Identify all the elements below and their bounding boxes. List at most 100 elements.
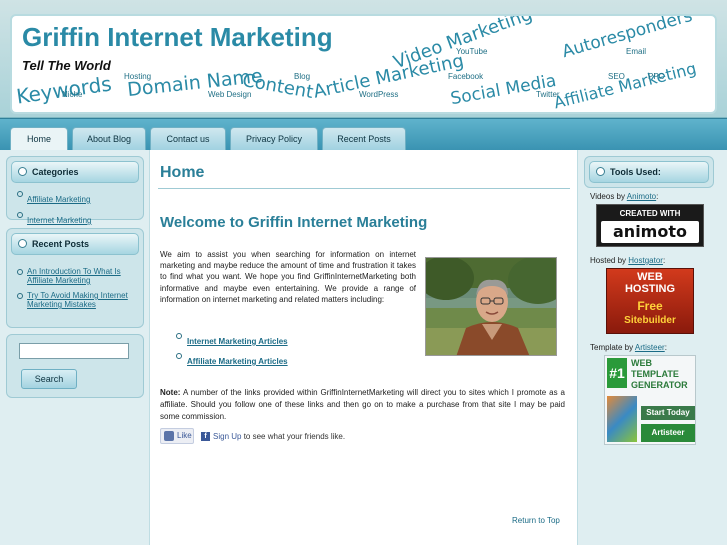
list-item: An Introduction To What Is Affiliate Mar… [17, 267, 139, 288]
artisteer-start-today-button[interactable]: Start Today [641, 406, 695, 420]
animoto-banner[interactable]: CREATED WITH animoto [596, 204, 704, 247]
tab-privacy-policy[interactable]: Privacy Policy [230, 127, 318, 151]
tool-suffix: : [664, 343, 667, 352]
site-slogan: Tell The World [22, 58, 111, 73]
tab-about-blog[interactable]: About Blog [72, 127, 146, 151]
return-to-top-link[interactable]: Return to Top [512, 516, 560, 525]
list-item: Try To Avoid Making Internet Marketing M… [17, 291, 139, 312]
tab-recent-posts[interactable]: Recent Posts [322, 127, 406, 151]
banner-tag-twitter: Twitter [536, 90, 560, 99]
artisteer-banner-line3: GENERATOR [631, 380, 688, 390]
recent-post-link[interactable]: An Introduction To What Is Affiliate Mar… [27, 267, 139, 285]
category-link-affiliate-marketing[interactable]: Affiliate Marketing [27, 195, 90, 204]
animoto-link[interactable]: Animoto [627, 192, 656, 201]
recent-posts-list: An Introduction To What Is Affiliate Mar… [17, 267, 139, 315]
circle-bullet-icon [17, 293, 23, 299]
article-links-list: Internet Marketing Articles Affiliate Ma… [176, 331, 288, 371]
banner-tag-seo: SEO [608, 72, 625, 81]
tool-label-hostgator: Hosted by Hostgator: [590, 256, 665, 265]
facebook-signup-link[interactable]: Sign Up [213, 432, 241, 441]
list-item: Internet Marketing [17, 210, 139, 228]
tool-suffix: : [662, 256, 666, 265]
search-block: Search [6, 334, 144, 398]
content-area: Categories Affiliate Marketing Internet … [0, 150, 727, 545]
tool-suffix: : [656, 192, 659, 201]
tab-home[interactable]: Home [10, 127, 68, 151]
hostgator-link[interactable]: Hostgator [628, 256, 663, 265]
circle-bullet-icon [17, 269, 23, 275]
categories-block: Categories Affiliate Marketing Internet … [6, 156, 144, 225]
note-label: Note: [160, 388, 181, 397]
facebook-signup-caption: to see what your friends like. [243, 432, 346, 441]
artisteer-banner[interactable]: #1 WEB TEMPLATE GENERATOR Start Today Ar… [604, 355, 696, 445]
artisteer-banner-line2: TEMPLATE [631, 369, 679, 379]
tool-prefix: Template by [590, 343, 634, 352]
main-navigation: Home About Blog Contact us Privacy Polic… [0, 118, 727, 151]
tool-prefix: Videos by [590, 192, 625, 201]
recent-posts-title: Recent Posts [32, 239, 90, 249]
category-link-internet-marketing[interactable]: Internet Marketing [27, 216, 91, 225]
intro-paragraph: We aim to assist you when searching for … [160, 250, 416, 304]
tab-contact-us[interactable]: Contact us [150, 127, 226, 151]
tool-label-animoto: Videos by Animoto: [590, 192, 658, 201]
banner-tag-facebook: Facebook [448, 72, 484, 81]
artisteer-rank-badge: #1 [607, 358, 627, 388]
hostgator-banner-free: Free [637, 299, 663, 313]
circle-bullet-icon [176, 353, 182, 359]
artisteer-link[interactable]: Artisteer [635, 343, 665, 352]
main-content: Home Welcome to Griffin Internet Marketi… [150, 150, 577, 545]
artisteer-logo: Artisteer [641, 424, 695, 442]
banner-tag-ppc: PPC [648, 72, 665, 81]
site-header: Griffin Internet Marketing Tell The Worl… [0, 0, 727, 118]
search-input[interactable] [19, 343, 129, 359]
tool-prefix: Hosted by [590, 256, 627, 265]
bullet-icon [18, 239, 27, 248]
hostgator-banner-web: WEB [637, 271, 663, 283]
hostgator-banner[interactable]: WEB HOSTING Free Sitebuilder [606, 268, 694, 334]
internet-marketing-articles-link[interactable]: Internet Marketing Articles [187, 337, 288, 346]
facebook-icon: f [201, 432, 210, 441]
recent-post-link[interactable]: Try To Avoid Making Internet Marketing M… [27, 291, 139, 309]
affiliate-marketing-articles-link[interactable]: Affiliate Marketing Articles [187, 357, 288, 366]
recent-posts-header: Recent Posts [11, 233, 139, 255]
hostgator-banner-hosting: HOSTING [624, 283, 676, 295]
banner-word-affiliate-marketing: Affiliate Marketing [551, 58, 699, 113]
list-item: Affiliate Marketing Articles [176, 351, 288, 369]
recent-posts-block: Recent Posts An Introduction To What Is … [6, 228, 144, 328]
hostgator-banner-sitebuilder: Sitebuilder [624, 315, 676, 326]
banner-tag-youtube: YouTube [456, 47, 488, 56]
search-button[interactable]: Search [21, 369, 77, 389]
tools-header: Tools Used: [589, 161, 709, 183]
banner-tag-hosting: Hosting [124, 72, 152, 81]
categories-list: Affiliate Marketing Internet Marketing [17, 189, 139, 231]
tool-label-artisteer: Template by Artisteer: [590, 343, 667, 352]
like-label: Like [177, 431, 192, 440]
site-title[interactable]: Griffin Internet Marketing [22, 22, 333, 53]
tools-block: Tools Used: [584, 156, 714, 188]
left-sidebar: Categories Affiliate Marketing Internet … [0, 150, 150, 545]
list-item: Affiliate Marketing [17, 189, 139, 207]
circle-bullet-icon [176, 333, 182, 339]
right-sidebar: Tools Used: Videos by Animoto: CREATED W… [577, 150, 727, 545]
welcome-heading: Welcome to Griffin Internet Marketing [160, 214, 428, 231]
page-title: Home [160, 164, 205, 181]
banner-tag-blog: Blog [294, 72, 311, 81]
author-photo [425, 257, 557, 356]
bullet-icon [596, 167, 605, 176]
banner-tag-web-design: Web Design [208, 90, 252, 99]
list-item: Internet Marketing Articles [176, 331, 288, 349]
thumbs-up-icon [164, 431, 174, 441]
affiliate-note: Note: A number of the links provided wit… [160, 387, 565, 423]
animoto-banner-caption: CREATED WITH [619, 209, 681, 218]
author-photo-image [426, 258, 556, 355]
categories-header: Categories [11, 161, 139, 183]
header-banner: Griffin Internet Marketing Tell The Worl… [10, 14, 717, 114]
facebook-like-button[interactable]: Like [160, 428, 194, 444]
banner-tag-email: Email [626, 47, 647, 56]
banner-tag-wordpress: WordPress [359, 90, 399, 99]
artisteer-banner-line1: WEB [631, 358, 652, 368]
template-thumbnails-image [607, 396, 637, 442]
banner-tag-niche: Niche [62, 90, 83, 99]
bullet-icon [18, 167, 27, 176]
circle-bullet-icon [17, 212, 23, 218]
